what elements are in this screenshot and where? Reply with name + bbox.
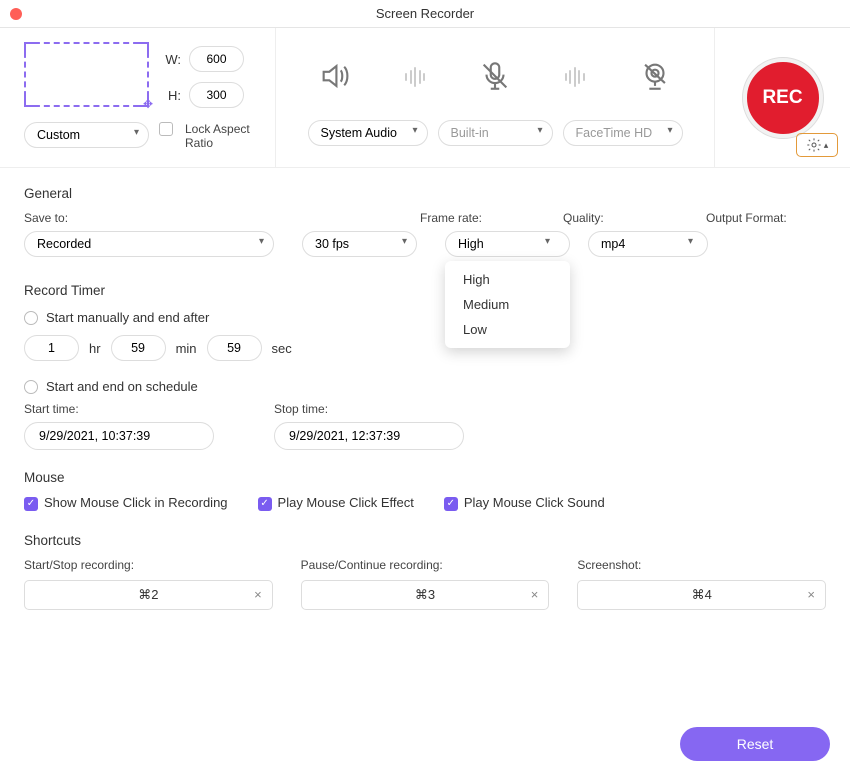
play-sound-checkbox[interactable]: Play Mouse Click Sound — [444, 495, 605, 511]
region-section: ✥ W: H: Custom Lock Aspect Ratio — [0, 28, 275, 167]
shortcuts-heading: Shortcuts — [24, 533, 826, 548]
start-time-input[interactable] — [24, 422, 214, 450]
timer-schedule-label: Start and end on schedule — [46, 379, 198, 394]
checked-icon — [258, 497, 272, 511]
reset-button[interactable]: Reset — [680, 727, 830, 761]
settings-panel: General Save to: Frame rate: Quality: Ou… — [0, 168, 850, 620]
duration-sec-input[interactable] — [207, 335, 262, 361]
shortcut-screenshot-label: Screenshot: — [577, 558, 826, 572]
shortcut-pause-label: Pause/Continue recording: — [301, 558, 550, 572]
hr-unit: hr — [89, 341, 101, 356]
lock-aspect-label: Lock Aspect Ratio — [185, 122, 255, 151]
mic-select[interactable]: Built-in — [438, 120, 553, 146]
frame-rate-select[interactable]: 30 fps — [302, 231, 417, 257]
frame-rate-label: Frame rate: — [420, 211, 535, 225]
camera-select[interactable]: FaceTime HD — [563, 120, 683, 146]
quality-select[interactable]: High — [445, 231, 570, 257]
save-to-select[interactable]: Recorded — [24, 231, 274, 257]
speaker-icon — [318, 59, 352, 96]
gear-icon — [806, 137, 822, 153]
timer-manual-option[interactable]: Start manually and end after — [24, 310, 826, 325]
record-button[interactable]: REC — [743, 58, 823, 138]
sec-unit: sec — [272, 341, 292, 356]
show-click-checkbox[interactable]: Show Mouse Click in Recording — [24, 495, 228, 511]
region-mode-select[interactable]: Custom — [24, 122, 149, 148]
stop-time-label: Stop time: — [274, 402, 464, 416]
settings-toggle-button[interactable]: ▴ — [796, 133, 838, 157]
start-time-label: Start time: — [24, 402, 214, 416]
height-label: H: — [161, 88, 181, 103]
height-input[interactable] — [189, 82, 244, 108]
quality-option-high[interactable]: High — [445, 267, 570, 292]
mic-level-icon — [565, 67, 585, 87]
radio-icon — [24, 380, 38, 394]
camera-disabled-icon — [638, 59, 672, 96]
output-format-label: Output Format: — [706, 211, 826, 225]
width-label: W: — [161, 52, 181, 67]
top-row: ✥ W: H: Custom Lock Aspect Ratio — [0, 28, 850, 168]
timer-schedule-option[interactable]: Start and end on schedule — [24, 379, 826, 394]
output-format-select[interactable]: mp4 — [588, 231, 708, 257]
shortcut-screenshot-input[interactable]: ⌘4× — [577, 580, 826, 610]
speaker-level-icon — [405, 67, 425, 87]
chevron-up-icon: ▴ — [824, 140, 829, 151]
duration-hr-input[interactable] — [24, 335, 79, 361]
radio-icon — [24, 311, 38, 325]
clear-icon[interactable]: × — [254, 587, 262, 602]
lock-aspect-checkbox[interactable]: Lock Aspect Ratio — [159, 122, 255, 151]
duration-min-input[interactable] — [111, 335, 166, 361]
quality-dropdown: High Medium Low — [445, 261, 570, 348]
system-audio-select[interactable]: System Audio — [308, 120, 428, 146]
checked-icon — [444, 497, 458, 511]
shortcut-start-label: Start/Stop recording: — [24, 558, 273, 572]
play-effect-checkbox[interactable]: Play Mouse Click Effect — [258, 495, 414, 511]
stop-time-input[interactable] — [274, 422, 464, 450]
general-heading: General — [24, 186, 826, 201]
shortcut-start-input[interactable]: ⌘2× — [24, 580, 273, 610]
window-title: Screen Recorder — [0, 6, 850, 21]
audio-camera-section: System Audio Built-in FaceTime HD — [275, 28, 715, 167]
record-section: REC ▴ — [715, 28, 850, 167]
checkbox-icon — [159, 122, 173, 136]
save-to-label: Save to: — [24, 211, 392, 225]
width-input[interactable] — [189, 46, 244, 72]
mic-disabled-icon — [478, 59, 512, 96]
titlebar: Screen Recorder — [0, 0, 850, 28]
checked-icon — [24, 497, 38, 511]
record-timer-heading: Record Timer — [24, 283, 826, 298]
shortcut-pause-input[interactable]: ⌘3× — [301, 580, 550, 610]
quality-option-medium[interactable]: Medium — [445, 292, 570, 317]
region-preview[interactable]: ✥ — [24, 42, 149, 107]
move-icon: ✥ — [143, 97, 153, 111]
clear-icon[interactable]: × — [531, 587, 539, 602]
clear-icon[interactable]: × — [807, 587, 815, 602]
timer-manual-label: Start manually and end after — [46, 310, 209, 325]
quality-option-low[interactable]: Low — [445, 317, 570, 342]
quality-label: Quality: — [563, 211, 678, 225]
min-unit: min — [176, 341, 197, 356]
mouse-heading: Mouse — [24, 470, 826, 485]
